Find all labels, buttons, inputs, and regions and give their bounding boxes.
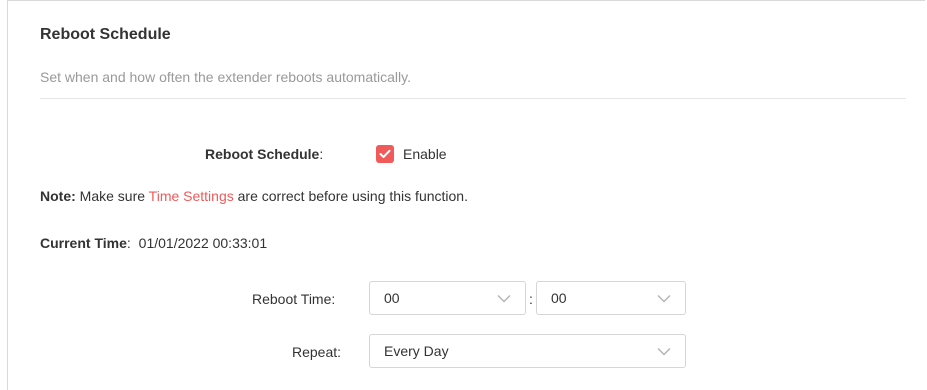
time-settings-link[interactable]: Time Settings [149,188,234,204]
current-time-label: Current Time [40,235,127,251]
schedule-label: Reboot Schedule [205,146,320,162]
reboot-hour-select[interactable]: 00 [369,281,526,315]
current-time-colon: : [126,235,131,251]
reboot-minute-select[interactable]: 00 [536,281,686,315]
chevron-down-icon [657,347,671,356]
note-text-after: are correct before using this function. [233,188,468,204]
section-description: Set when and how often the extender rebo… [40,69,411,85]
divider [40,98,906,99]
note-prefix: Note: [40,188,76,204]
reboot-time-label: Reboot Time: [252,291,336,307]
repeat-value: Every Day [384,343,449,359]
enable-label[interactable]: Enable [403,146,447,162]
schedule-row: Reboot Schedule: [205,146,323,162]
enable-checkbox[interactable] [376,145,394,163]
schedule-colon: : [319,146,324,162]
reboot-hour-value: 00 [384,290,400,306]
repeat-label: Repeat: [292,344,342,360]
section-title: Reboot Schedule [40,26,171,43]
chevron-down-icon [657,294,671,303]
checkmark-icon [379,149,391,158]
note-text-before: Make sure [75,188,149,204]
current-time-row: Current Time: 01/01/2022 00:33:01 [40,235,267,251]
time-separator: : [529,291,533,307]
repeat-select[interactable]: Every Day [369,334,686,368]
current-time-value: 01/01/2022 00:33:01 [138,235,268,251]
reboot-minute-value: 00 [551,290,567,306]
chevron-down-icon [497,294,511,303]
note-row: Note: Make sure Time Settings are correc… [40,188,468,204]
reboot-schedule-panel: Reboot Schedule Set when and how often t… [7,0,925,390]
